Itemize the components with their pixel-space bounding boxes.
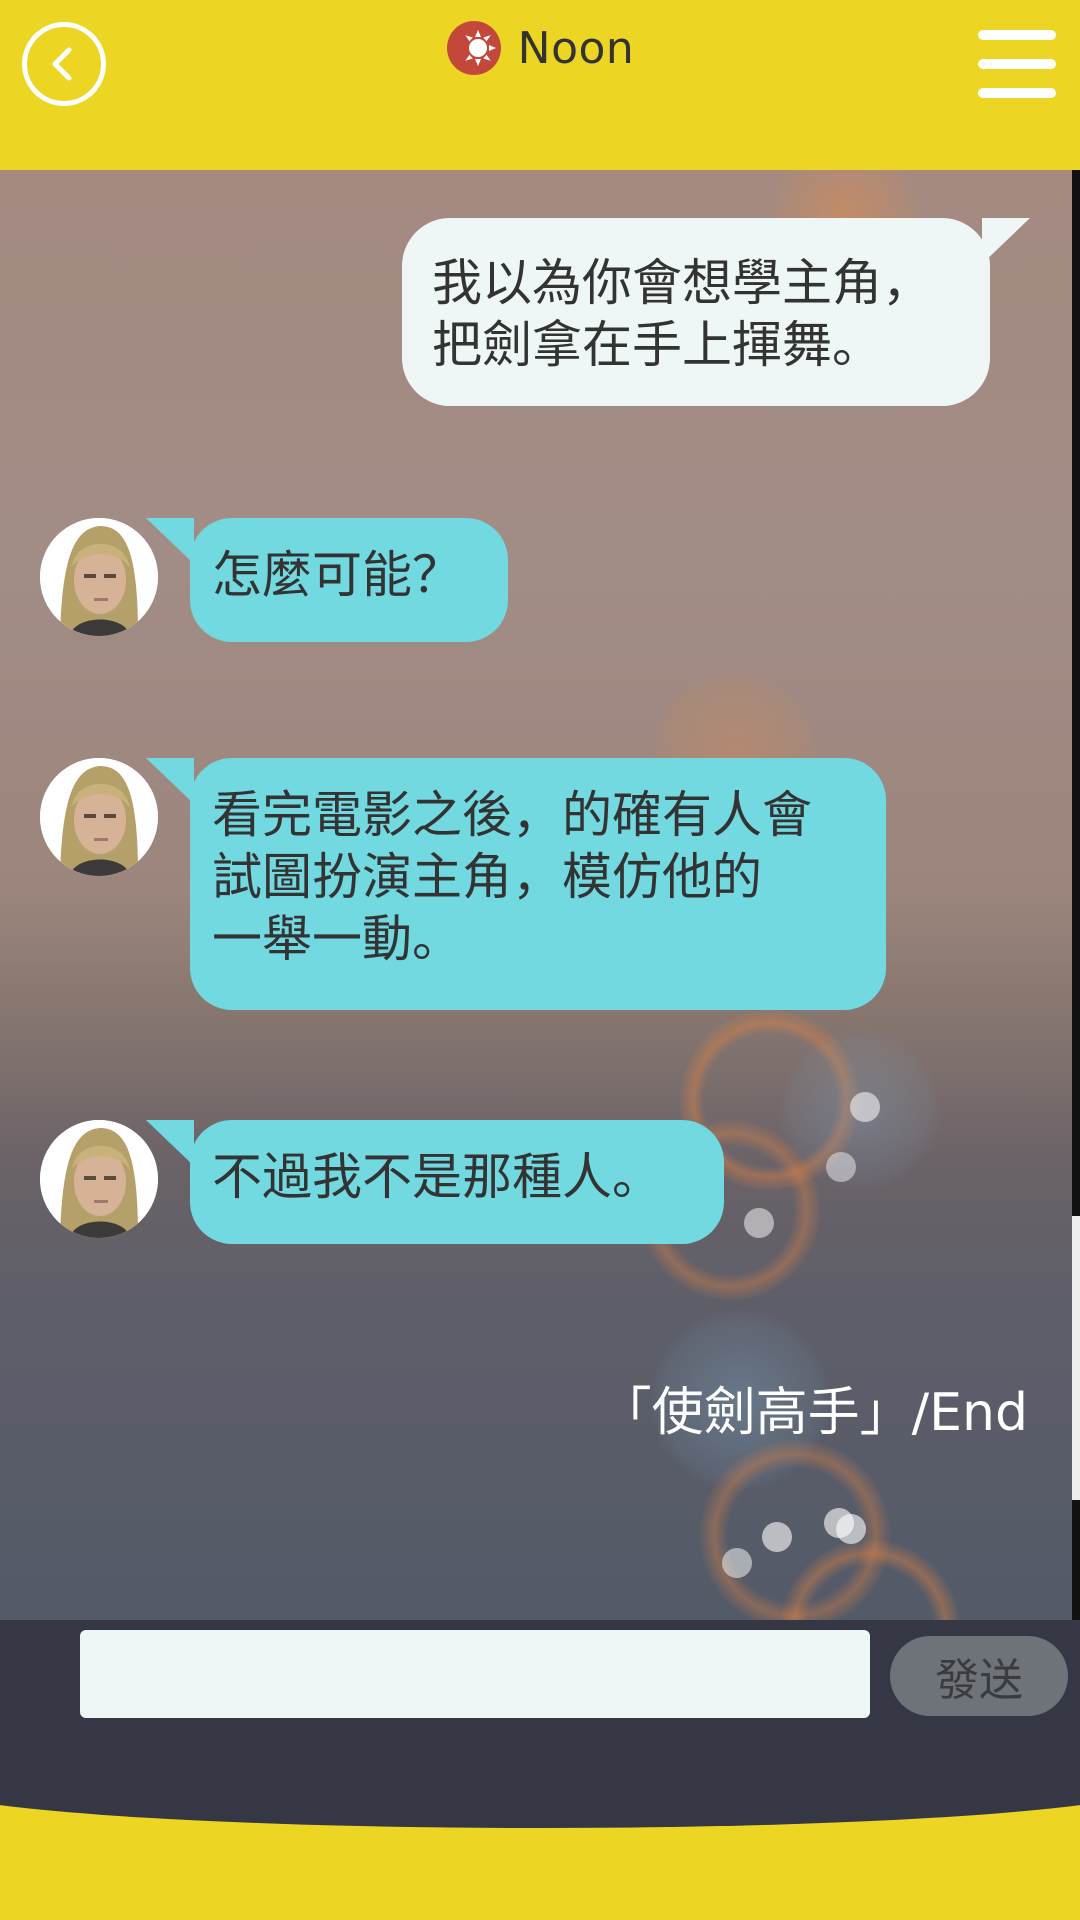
message-line: 我以為你會想學主角， <box>432 254 932 312</box>
menu-button[interactable] <box>978 30 1056 98</box>
message-line: 把劍拿在手上揮舞。 <box>432 316 882 374</box>
incoming-message: 不過我不是那種人。 <box>146 1120 724 1244</box>
message-composer: 發送 <box>0 1620 1080 1828</box>
message-line: 不過我不是那種人。 <box>212 1148 662 1206</box>
bokeh-light <box>700 1440 890 1620</box>
bubble-tail <box>146 518 194 564</box>
avatar-portrait <box>40 518 158 636</box>
send-button[interactable]: 發送 <box>890 1636 1068 1716</box>
avatar-portrait <box>40 758 158 876</box>
bokeh-light <box>780 1030 940 1190</box>
avatar[interactable] <box>40 1120 158 1238</box>
scroll-track <box>1072 1500 1080 1620</box>
avatar-portrait <box>40 1120 158 1238</box>
message-line: 試圖扮演主角，模仿他的 <box>212 848 762 906</box>
chat-screen: Noon 我以為你會想學主角， 把劍拿在手上揮舞。 怎麼可能？ 看完電影之後，的… <box>0 0 1080 1920</box>
sun-icon <box>446 20 502 76</box>
bokeh-dot <box>850 1092 880 1122</box>
message-line: 一舉一動。 <box>212 910 462 968</box>
bubble-tail <box>146 758 194 804</box>
chat-title: Noon <box>0 16 1080 80</box>
bokeh-dot <box>762 1522 792 1552</box>
episode-end-label: 「使劍高手」/End <box>599 1383 1028 1443</box>
bokeh-dot <box>824 1508 854 1538</box>
bokeh-dot <box>826 1152 856 1182</box>
outgoing-message: 我以為你會想學主角， 把劍拿在手上揮舞。 <box>402 218 1030 406</box>
bokeh-dot <box>744 1208 774 1238</box>
message-line: 看完電影之後，的確有人會 <box>212 786 812 844</box>
bokeh-light <box>780 1540 960 1620</box>
bubble-tail <box>146 1120 194 1166</box>
incoming-message: 怎麼可能？ <box>146 518 508 642</box>
bokeh-dot <box>836 1514 866 1544</box>
bokeh-dot <box>722 1548 752 1578</box>
scroll-thumb[interactable] <box>1072 1216 1080 1500</box>
top-bar: Noon <box>0 0 1080 170</box>
message-input[interactable] <box>80 1630 870 1718</box>
avatar[interactable] <box>40 758 158 876</box>
message-line: 怎麼可能？ <box>212 546 462 604</box>
page-title: Noon <box>517 22 635 74</box>
incoming-message: 看完電影之後，的確有人會 試圖扮演主角，模仿他的 一舉一動。 <box>146 758 886 1010</box>
avatar[interactable] <box>40 518 158 636</box>
bubble-tail <box>982 218 1030 264</box>
